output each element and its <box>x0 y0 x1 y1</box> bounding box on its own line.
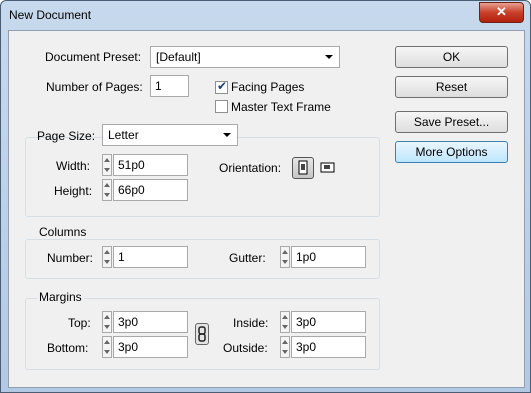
document-preset-label: Document Preset: <box>45 50 142 64</box>
landscape-page-icon <box>320 162 335 173</box>
inside-margin-label: Inside: <box>233 316 269 330</box>
columns-number-stepper[interactable] <box>102 246 112 268</box>
chevron-down-icon <box>325 55 333 59</box>
close-button[interactable]: ✕ <box>479 2 524 23</box>
gutter-input[interactable]: 1p0 <box>291 246 366 268</box>
bottom-margin-input[interactable]: 3p0 <box>113 336 188 358</box>
save-preset-button[interactable]: Save Preset... <box>395 111 508 133</box>
stepper-down-icon[interactable] <box>282 350 288 354</box>
portrait-page-icon <box>298 160 308 175</box>
stepper-up-icon[interactable] <box>104 250 110 254</box>
dialog-title: New Document <box>9 8 92 22</box>
stepper-up-icon[interactable] <box>104 340 110 344</box>
make-margins-same-button[interactable] <box>195 323 209 345</box>
page-size-label: Page Size: <box>37 129 96 143</box>
title-bar: New Document ✕ <box>1 1 530 31</box>
columns-number-label: Number: <box>47 251 94 265</box>
stepper-up-icon[interactable] <box>104 183 110 187</box>
stepper-down-icon[interactable] <box>104 260 110 264</box>
stepper-down-icon[interactable] <box>104 350 110 354</box>
page-size-value: Letter <box>108 128 139 142</box>
checkmark-icon: ✔ <box>217 79 228 93</box>
height-input[interactable]: 66p0 <box>113 179 188 201</box>
stepper-up-icon[interactable] <box>104 158 110 162</box>
master-text-frame-label: Master Text Frame <box>231 100 331 114</box>
top-margin-stepper[interactable] <box>102 311 112 333</box>
ok-button[interactable]: OK <box>395 46 508 68</box>
chain-link-icon <box>198 326 206 342</box>
stepper-down-icon[interactable] <box>104 325 110 329</box>
stepper-up-icon[interactable] <box>282 315 288 319</box>
bottom-margin-stepper[interactable] <box>102 336 112 358</box>
outside-margin-label: Outside: <box>223 341 268 355</box>
master-text-frame-checkbox[interactable] <box>215 100 228 113</box>
width-stepper[interactable] <box>102 154 112 176</box>
top-margin-label: Top: <box>68 316 91 330</box>
page-size-dropdown[interactable]: Letter <box>102 124 238 146</box>
width-label: Width: <box>56 159 91 173</box>
number-of-pages-label: Number of Pages: <box>46 80 143 94</box>
stepper-up-icon[interactable] <box>104 315 110 319</box>
landscape-orientation-button[interactable] <box>318 157 340 179</box>
bottom-margin-label: Bottom: <box>47 341 89 355</box>
orientation-label: Orientation: <box>219 161 282 175</box>
stepper-up-icon[interactable] <box>282 250 288 254</box>
width-input[interactable]: 51p0 <box>113 154 188 176</box>
gutter-label: Gutter: <box>229 251 266 265</box>
outside-margin-input[interactable]: 3p0 <box>291 336 366 358</box>
stepper-down-icon[interactable] <box>104 193 110 197</box>
number-of-pages-input[interactable]: 1 <box>150 75 189 97</box>
stepper-up-icon[interactable] <box>282 340 288 344</box>
columns-number-input[interactable]: 1 <box>113 246 188 268</box>
facing-pages-checkbox[interactable]: ✔ <box>215 79 228 94</box>
outside-margin-stepper[interactable] <box>280 336 290 358</box>
new-document-dialog: New Document ✕ Document Preset: [Default… <box>0 0 531 393</box>
document-preset-value: [Default] <box>156 50 201 64</box>
gutter-stepper[interactable] <box>280 246 290 268</box>
stepper-down-icon[interactable] <box>282 260 288 264</box>
facing-pages-label: Facing Pages <box>231 80 305 94</box>
stepper-down-icon[interactable] <box>104 168 110 172</box>
document-preset-dropdown[interactable]: [Default] <box>150 46 340 68</box>
inside-margin-stepper[interactable] <box>280 311 290 333</box>
more-options-button[interactable]: More Options <box>395 141 508 163</box>
dialog-body: Document Preset: [Default] Number of Pag… <box>8 30 525 388</box>
top-margin-input[interactable]: 3p0 <box>113 311 188 333</box>
chevron-down-icon <box>223 133 231 137</box>
reset-button[interactable]: Reset <box>395 76 508 98</box>
portrait-orientation-button[interactable] <box>292 157 314 179</box>
columns-title: Columns <box>37 225 89 239</box>
inside-margin-input[interactable]: 3p0 <box>291 311 366 333</box>
height-label: Height: <box>54 184 93 198</box>
height-stepper[interactable] <box>102 179 112 201</box>
margins-title: Margins <box>37 290 84 304</box>
stepper-down-icon[interactable] <box>282 325 288 329</box>
